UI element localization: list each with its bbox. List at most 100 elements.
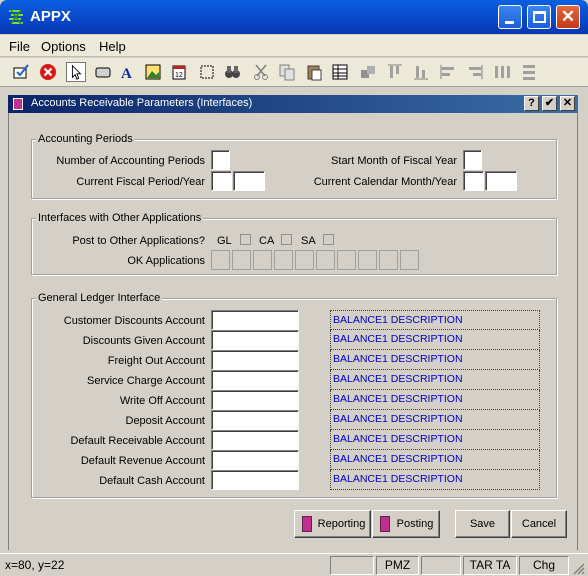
gl-checkbox[interactable] — [240, 234, 251, 245]
gl-account-description: BALANCE1 DESCRIPTION — [330, 470, 540, 490]
gl-account-description: BALANCE1 DESCRIPTION — [330, 390, 540, 410]
ok-app-field-10[interactable] — [400, 250, 419, 270]
gl-row-label: Customer Discounts Account — [63, 315, 205, 327]
align-top-icon[interactable] — [385, 62, 405, 82]
gl-account-field[interactable] — [211, 390, 299, 410]
dialog-close-button[interactable]: ✕ — [560, 96, 575, 111]
ok-app-field-8[interactable] — [358, 250, 377, 270]
current-fiscal-label: Current Fiscal Period/Year — [76, 176, 205, 188]
post-to-label: Post to Other Applications? — [72, 235, 205, 247]
toolbar: A 12 — [0, 58, 588, 87]
edit-check-icon[interactable] — [11, 62, 31, 82]
align-bottom-icon[interactable] — [411, 62, 431, 82]
ok-app-field-7[interactable] — [337, 250, 356, 270]
cancel-button[interactable]: Cancel — [511, 510, 567, 538]
text-icon[interactable]: A — [117, 62, 137, 82]
ok-app-field-4[interactable] — [274, 250, 293, 270]
gl-account-description: BALANCE1 DESCRIPTION — [330, 410, 540, 430]
interfaces-label: Interfaces with Other Applications — [36, 212, 204, 224]
paste-icon[interactable] — [304, 62, 324, 82]
svg-text:12: 12 — [175, 72, 183, 79]
gl-row-label: Default Revenue Account — [80, 455, 205, 467]
status-tar: TAR TA — [463, 556, 517, 575]
svg-text:A: A — [121, 66, 132, 82]
gl-row-label: Write Off Account — [119, 395, 205, 407]
window-title: APPX — [30, 8, 71, 25]
gl-account-field[interactable] — [211, 410, 299, 430]
sa-checkbox[interactable] — [323, 234, 334, 245]
status-cell-empty — [421, 556, 461, 575]
ok-app-field-3[interactable] — [253, 250, 272, 270]
gl-interface-label: General Ledger Interface — [36, 292, 163, 304]
calendar-icon[interactable]: 12 — [169, 62, 189, 82]
grid-icon[interactable] — [330, 62, 350, 82]
distribute-v-icon[interactable] — [519, 62, 539, 82]
appx-logo-icon — [9, 9, 23, 25]
start-month-field[interactable] — [463, 150, 482, 170]
posting-icon — [380, 516, 390, 532]
gl-account-field[interactable] — [211, 370, 299, 390]
ok-app-field-1[interactable] — [211, 250, 230, 270]
gl-account-description: BALANCE1 DESCRIPTION — [330, 450, 540, 470]
calendar-month-field[interactable] — [463, 171, 484, 191]
posting-button[interactable]: Posting — [372, 510, 440, 538]
window-title-bar[interactable]: APPX ✕ — [0, 0, 588, 34]
align-icon[interactable] — [358, 62, 378, 82]
minimize-icon — [505, 21, 514, 24]
ca-checkbox[interactable] — [281, 234, 292, 245]
maximize-button[interactable] — [527, 5, 551, 29]
gl-account-field[interactable] — [211, 350, 299, 370]
dialog-help-button[interactable]: ? — [524, 96, 539, 111]
gl-row-label: Default Receivable Account — [70, 435, 205, 447]
minimize-button[interactable] — [498, 5, 522, 29]
calendar-year-field[interactable] — [485, 171, 517, 191]
menu-file[interactable]: File — [9, 39, 30, 54]
gl-account-field[interactable] — [211, 470, 299, 490]
gl-row-label: Discounts Given Account — [82, 335, 205, 347]
reporting-icon — [302, 516, 312, 532]
copy-icon[interactable] — [277, 62, 297, 82]
binoculars-icon[interactable] — [222, 62, 242, 82]
dialog-ok-button[interactable]: ✔ — [542, 96, 557, 111]
ok-app-field-2[interactable] — [232, 250, 251, 270]
frame-icon[interactable] — [197, 62, 217, 82]
stop-icon[interactable] — [38, 62, 58, 82]
distribute-h-icon[interactable] — [492, 62, 512, 82]
align-left-icon[interactable] — [438, 62, 458, 82]
start-month-label: Start Month of Fiscal Year — [331, 155, 457, 167]
gl-account-field[interactable] — [211, 310, 299, 330]
close-icon: ✕ — [560, 7, 576, 26]
gl-account-field[interactable] — [211, 450, 299, 470]
gl-account-description: BALANCE1 DESCRIPTION — [330, 350, 540, 370]
close-button[interactable]: ✕ — [556, 5, 580, 29]
ok-apps-label: OK Applications — [127, 255, 205, 267]
dialog-title-bar[interactable]: Accounts Receivable Parameters (Interfac… — [8, 95, 578, 113]
gl-account-description: BALANCE1 DESCRIPTION — [330, 370, 540, 390]
button-icon[interactable] — [93, 62, 113, 82]
menu-help[interactable]: Help — [99, 39, 126, 54]
gl-account-description: BALANCE1 DESCRIPTION — [330, 430, 540, 450]
ok-app-field-6[interactable] — [316, 250, 335, 270]
gl-account-field[interactable] — [211, 430, 299, 450]
gl-account-field[interactable] — [211, 330, 299, 350]
status-bar: x=80, y=22 PMZ TAR TA Chg — [0, 553, 588, 576]
menu-options[interactable]: Options — [41, 39, 86, 54]
pointer-icon[interactable] — [66, 62, 86, 82]
save-button[interactable]: Save — [455, 510, 510, 538]
menu-bar: File Options Help — [0, 35, 588, 57]
image-icon[interactable] — [143, 62, 163, 82]
num-periods-label: Number of Accounting Periods — [56, 155, 205, 167]
gl-row-label: Default Cash Account — [99, 475, 205, 487]
maximize-icon — [533, 11, 546, 23]
dialog-title: Accounts Receivable Parameters (Interfac… — [31, 97, 253, 109]
gl-account-description: BALANCE1 DESCRIPTION — [330, 330, 540, 350]
gl-row-label: Freight Out Account — [107, 355, 205, 367]
ok-app-field-5[interactable] — [295, 250, 314, 270]
cut-icon[interactable] — [251, 62, 271, 82]
resize-grip-icon[interactable] — [572, 562, 585, 575]
posting-button-label: Posting — [396, 518, 434, 530]
ok-app-field-9[interactable] — [379, 250, 398, 270]
align-right-icon[interactable] — [465, 62, 485, 82]
reporting-button[interactable]: Reporting — [294, 510, 371, 538]
gl-label: GL — [217, 235, 232, 247]
